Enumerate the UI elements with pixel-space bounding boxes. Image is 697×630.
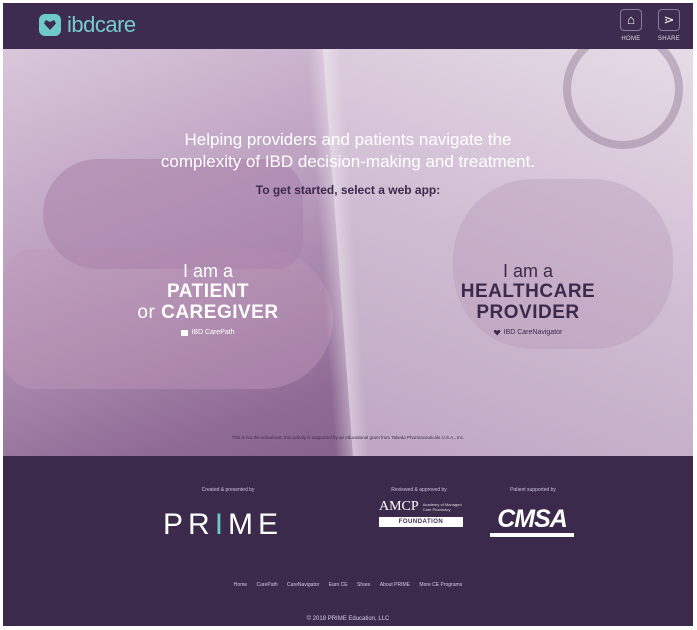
footer-link-about-prime[interactable]: About PRIME	[380, 582, 410, 588]
heart-logo-icon	[39, 14, 61, 36]
created-by-label: Created & presented by	[201, 487, 255, 493]
carepath-text: IBD CarePath	[191, 329, 235, 336]
footer-link-more-ce[interactable]: More CE Programs	[419, 582, 462, 588]
tagline-line-1: Helping providers and patients navigate …	[184, 130, 512, 149]
hero-tagline: Helping providers and patients navigate …	[3, 129, 693, 173]
home-button[interactable]: ⌂ HOME	[613, 9, 649, 42]
patient-caregiver-link[interactable]: I am a PATIENT or CAREGIVER IBD CarePath	[123, 261, 293, 336]
heart-icon	[493, 329, 501, 336]
supported-by-label: Patient supported by	[510, 487, 556, 493]
home-label: HOME	[621, 36, 641, 42]
carepath-app-label: IBD CarePath	[123, 329, 293, 336]
hero-section: Helping providers and patients navigate …	[3, 49, 693, 456]
tagline-line-2: complexity of IBD decision-making and tr…	[160, 152, 536, 171]
logo-text: ibdcare	[67, 12, 136, 37]
caregiver-title: CAREGIVER	[161, 302, 279, 323]
share-icon: ⋗	[658, 9, 680, 31]
prime-logo[interactable]: PRIME	[163, 508, 283, 542]
grant-disclaimer: This is not the actual text; this activi…	[231, 435, 465, 440]
cmsa-underline	[490, 533, 574, 537]
page-frame: ibdcare ⌂ HOME ⋗ SHARE Helping providers…	[3, 3, 693, 626]
top-header: ibdcare ⌂ HOME ⋗ SHARE	[3, 3, 693, 49]
amcp-foundation-band: FOUNDATION	[379, 517, 463, 527]
reviewed-by-label: Reviewed & approved by	[391, 487, 447, 493]
carepath-icon	[181, 329, 189, 336]
footer: Created & presented by Reviewed & approv…	[3, 456, 693, 626]
get-started-prompt: To get started, select a web app:	[255, 183, 441, 197]
footer-link-carenavigator[interactable]: CareNavigator	[287, 582, 319, 588]
carenavigator-app-label: IBD CareNavigator	[443, 329, 613, 336]
amcp-mark: AMCP	[379, 499, 419, 514]
provider-pre: I am a	[502, 261, 554, 281]
patient-or: or	[137, 302, 156, 323]
footer-link-share[interactable]: Share	[357, 582, 370, 588]
patient-pre: I am a	[182, 261, 234, 281]
footer-link-earn-ce[interactable]: Earn CE	[329, 582, 348, 588]
amcp-foundation-logo[interactable]: AMCP Academy of Managed Care Pharmacy FO…	[379, 499, 463, 527]
copyright: © 2018 PRIME Education, LLC	[306, 616, 390, 622]
cmsa-logo[interactable]: CMSA	[490, 506, 574, 532]
share-button[interactable]: ⋗ SHARE	[651, 9, 687, 42]
footer-link-home[interactable]: Home	[234, 582, 247, 588]
ibdcare-logo[interactable]: ibdcare	[39, 12, 136, 38]
hand-photo	[43, 159, 303, 269]
amcp-description: Academy of Managed Care Pharmacy	[422, 502, 462, 512]
healthcare-provider-link[interactable]: I am a HEALTHCARE PROVIDER IBD CareNavig…	[443, 261, 613, 336]
provider-title: PROVIDER	[476, 302, 580, 323]
footer-link-carepath[interactable]: CarePath	[257, 582, 278, 588]
footer-nav: Home CarePath CareNavigator Earn CE Shar…	[3, 582, 693, 588]
share-label: SHARE	[657, 36, 681, 42]
patient-title: PATIENT	[167, 281, 249, 302]
carenavigator-text: IBD CareNavigator	[503, 329, 563, 336]
home-icon: ⌂	[620, 9, 642, 31]
healthcare-title: HEALTHCARE	[460, 281, 596, 302]
